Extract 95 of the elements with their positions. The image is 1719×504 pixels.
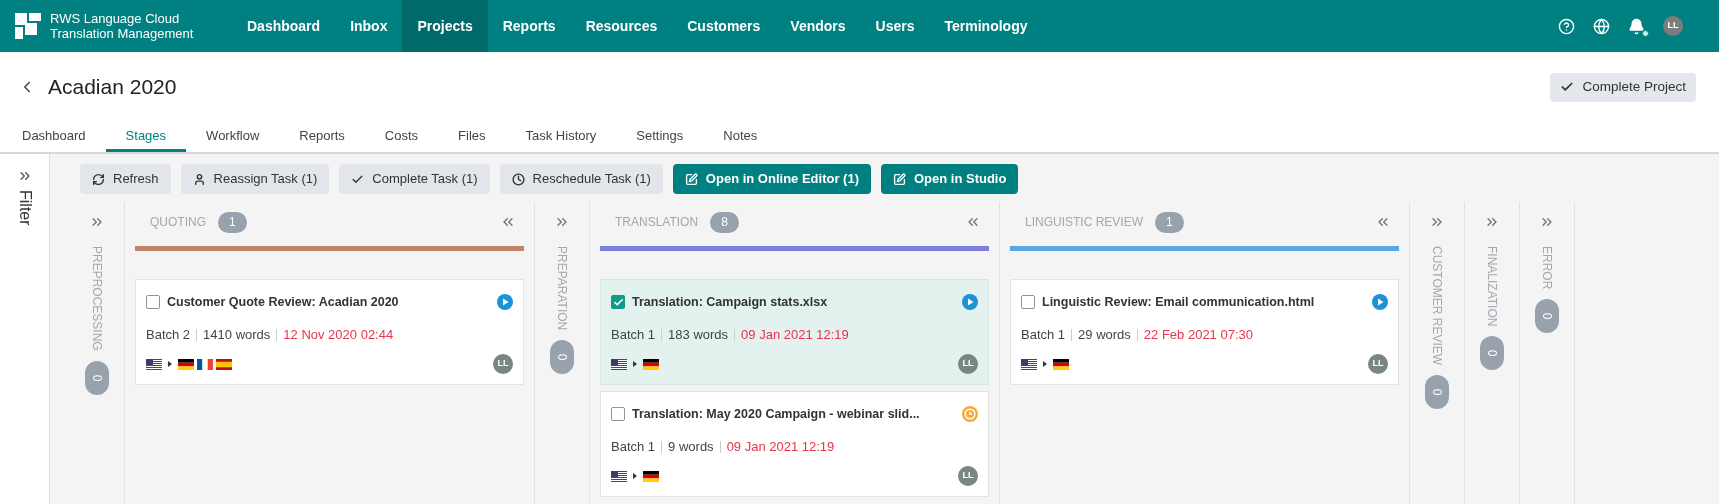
stage-label: ERROR — [1539, 246, 1555, 290]
globe-icon[interactable] — [1593, 17, 1610, 35]
edit-icon — [684, 172, 698, 186]
stage-label: LINGUISTIC REVIEW — [1025, 214, 1143, 231]
nav-item[interactable]: Reports — [487, 0, 571, 52]
app-name: RWS Language Cloud — [50, 11, 181, 26]
project-tab[interactable]: Costs — [364, 122, 439, 152]
task-card[interactable]: Translation: May 2020 Campaign - webinar slid... Batch 1 9 words 09 Jan 2021 12:19 LL — [600, 391, 989, 497]
clock-icon — [511, 172, 525, 186]
toolbar-button[interactable]: Reassign Task (1) — [180, 164, 330, 194]
complete-project-button[interactable]: Complete Project — [1550, 72, 1696, 102]
batch-label: Batch 1 — [611, 325, 656, 344]
user-avatar[interactable]: LL — [1663, 16, 1683, 36]
stage-count: 8 — [710, 211, 739, 233]
assignee-avatar[interactable]: LL — [1368, 354, 1388, 374]
project-tab[interactable]: Dashboard — [2, 122, 106, 152]
assignee-avatar[interactable]: LL — [958, 466, 978, 486]
due-date: 09 Jan 2021 12:19 — [726, 437, 835, 456]
task-title[interactable]: Translation: May 2020 Campaign - webinar slid... — [632, 405, 920, 424]
app-subtitle: Translation Management — [50, 26, 194, 41]
assignee-avatar[interactable]: LL — [958, 354, 978, 374]
project-tab[interactable]: Task History — [505, 122, 617, 152]
nav-item[interactable]: Resources — [570, 0, 673, 52]
stage-label: QUOTING — [150, 214, 206, 231]
stage-label: FINALIZATION — [1484, 246, 1500, 327]
us-flag-icon — [1021, 358, 1037, 370]
project-tab[interactable]: Workflow — [186, 122, 280, 152]
word-count: 9 words — [668, 437, 714, 456]
nav-item[interactable]: Inbox — [335, 0, 403, 52]
task-checkbox[interactable] — [611, 295, 625, 310]
project-tab[interactable]: Files — [438, 122, 506, 152]
spanish-flag-icon — [216, 358, 232, 370]
task-card[interactable]: Customer Quote Review: Acadian 2020 Batch 2 1410 words 12 Nov 2020 02:44 LL — [135, 279, 524, 385]
logo-icon — [14, 12, 42, 40]
toolbar-button[interactable]: Open in Studio — [881, 164, 1019, 194]
task-checkbox[interactable] — [146, 295, 160, 310]
help-icon[interactable] — [1558, 17, 1575, 35]
french-flag-icon — [197, 358, 213, 370]
task-card[interactable]: Translation: Campaign stats.xlsx Batch 1 183 words 09 Jan 2021 12:19 LL — [600, 279, 989, 385]
task-title[interactable]: Linguistic Review: Email communication.html — [1042, 293, 1315, 312]
due-date: 09 Jan 2021 12:19 — [741, 325, 849, 344]
stage-count: 0 — [85, 360, 109, 395]
nav-item[interactable]: Dashboard — [232, 0, 336, 52]
toolbar-button[interactable]: Complete Task (1) — [339, 164, 490, 194]
nav-item[interactable]: Customers — [672, 0, 776, 52]
us-flag-icon — [146, 358, 162, 370]
task-title[interactable]: Customer Quote Review: Acadian 2020 — [167, 293, 399, 312]
stage-label: PREPARATION — [554, 246, 570, 331]
due-date: 22 Feb 2021 07:30 — [1143, 325, 1253, 344]
task-title[interactable]: Translation: Campaign stats.xlsx — [632, 293, 828, 312]
task-card[interactable]: Linguistic Review: Email communication.html Batch 1 29 words 22 Feb 2021 07:30 LL — [1010, 279, 1399, 385]
word-count: 29 words — [1078, 325, 1131, 344]
project-title: Acadian 2020 — [48, 74, 177, 101]
us-flag-icon — [611, 470, 627, 482]
assignee-avatar[interactable]: LL — [493, 354, 513, 374]
batch-label: Batch 1 — [611, 437, 656, 456]
task-checkbox[interactable] — [1021, 295, 1035, 310]
word-count: 183 words — [668, 325, 729, 344]
toolbar-button[interactable]: Open in Online Editor (1) — [672, 164, 871, 194]
stage-label: PREPROCESSING — [89, 246, 105, 351]
check-icon — [1560, 80, 1575, 94]
batch-label: Batch 2 — [146, 325, 191, 344]
german-flag-icon — [178, 358, 194, 370]
project-tab[interactable]: Reports — [279, 122, 365, 152]
due-date: 12 Nov 2020 02:44 — [283, 325, 394, 344]
stage-count: 0 — [1480, 336, 1504, 371]
stage-count: 1 — [1155, 211, 1184, 233]
stage-count: 1 — [218, 211, 247, 233]
edit-icon — [893, 172, 906, 186]
nav-item[interactable]: Projects — [402, 0, 488, 52]
german-flag-icon — [1053, 358, 1069, 370]
task-checkbox[interactable] — [611, 407, 625, 422]
batch-label: Batch 1 — [1021, 325, 1066, 344]
user-icon — [192, 172, 206, 186]
nav-item[interactable]: Users — [860, 0, 930, 52]
toolbar-button[interactable]: Reschedule Task (1) — [499, 164, 663, 194]
filter-label[interactable]: Filter — [12, 190, 37, 226]
nav-item[interactable]: Vendors — [775, 0, 861, 52]
stage-label: TRANSLATION — [615, 214, 699, 231]
stage-label: CUSTOMER REVIEW — [1429, 246, 1445, 366]
play-icon[interactable] — [962, 294, 978, 311]
refresh-icon — [92, 172, 105, 186]
german-flag-icon — [643, 470, 659, 482]
us-flag-icon — [611, 358, 627, 370]
toolbar-button[interactable]: Refresh — [80, 164, 171, 194]
stage-count: 0 — [1425, 375, 1449, 410]
play-icon[interactable] — [1372, 294, 1388, 311]
project-tab[interactable]: Notes — [703, 122, 778, 152]
word-count: 1410 words — [203, 325, 271, 344]
stage-count: 0 — [550, 340, 574, 375]
stage-count: 0 — [1535, 299, 1559, 334]
german-flag-icon — [643, 358, 659, 370]
play-icon[interactable] — [497, 294, 513, 311]
nav-item[interactable]: Terminology — [929, 0, 1043, 52]
project-tab[interactable]: Settings — [616, 122, 704, 152]
